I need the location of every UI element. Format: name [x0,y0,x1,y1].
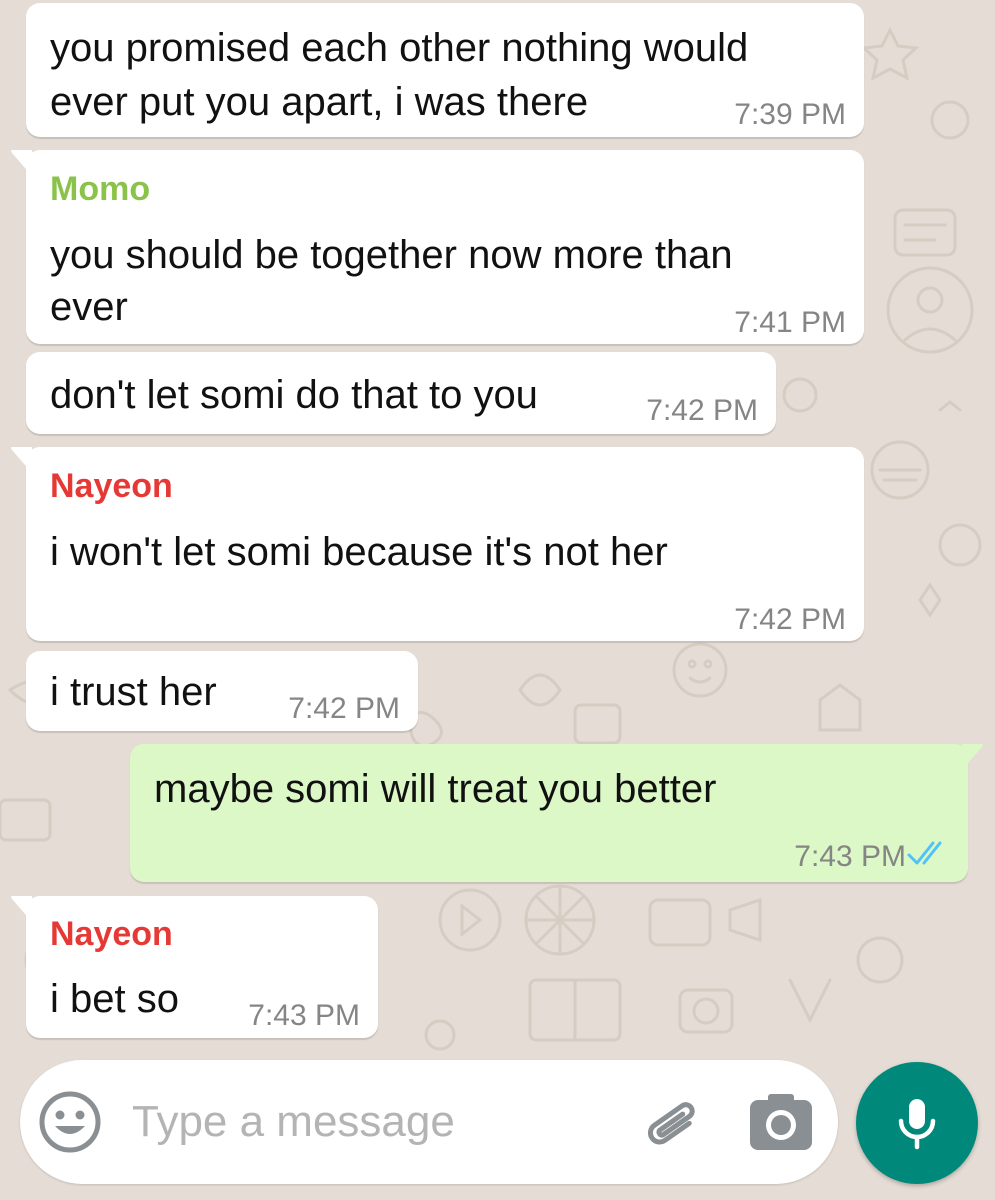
message-text-line: don't let somi do that to you [50,373,538,417]
message-sender: Nayeon [50,915,173,953]
bubble-tail [11,447,32,473]
message-bubble-incoming[interactable]: Momo you should be together now more tha… [11,150,864,344]
message-text-line: i won't let somi because it's not her [50,530,668,574]
double-check-icon [907,841,942,865]
message-timestamp: 7:43 PM [794,840,906,873]
message-text-line: you should be together now more than [50,233,733,277]
message-timestamp: 7:43 PM [248,999,360,1032]
message-text-line: i trust her [50,670,217,714]
message-text-line: you promised each other nothing would [50,26,749,70]
message-bubble-incoming[interactable]: don't let somi do that to you 7:42 PM [26,352,776,434]
camera-icon[interactable] [748,1092,814,1152]
message-timestamp: 7:41 PM [734,306,846,339]
message-text-line: maybe somi will treat you better [154,767,717,811]
bubble-tail [11,896,32,922]
message-composer [20,1060,838,1184]
message-timestamp: 7:39 PM [734,98,846,131]
message-text-line: ever put you apart, i was there [50,80,589,124]
message-timestamp: 7:42 PM [646,394,758,427]
message-text-line: i bet so [50,977,179,1021]
message-list: you promised each other nothing would ev… [0,0,995,1200]
message-input[interactable] [132,1090,612,1154]
paperclip-icon[interactable] [635,1088,705,1158]
message-sender: Momo [50,170,151,208]
message-bubble-incoming[interactable]: Nayeon i bet so 7:43 PM [11,896,378,1038]
message-sender: Nayeon [50,467,173,505]
message-timestamp: 7:42 PM [288,692,400,725]
emoji-icon[interactable] [38,1090,102,1154]
message-bubble-incoming[interactable]: you promised each other nothing would ev… [26,3,864,137]
bubble-tail [962,744,983,770]
message-bubble-outgoing[interactable]: maybe somi will treat you better 7:43 PM [130,744,983,882]
message-bubble-incoming[interactable]: i trust her 7:42 PM [26,651,418,731]
message-text-line: ever [50,285,128,329]
bubble-tail [11,150,32,176]
voice-record-button[interactable] [856,1062,978,1184]
message-timestamp: 7:42 PM [734,603,846,636]
microphone-icon [898,1099,936,1150]
message-bubble-incoming[interactable]: Nayeon i won't let somi because it's not… [11,447,864,641]
